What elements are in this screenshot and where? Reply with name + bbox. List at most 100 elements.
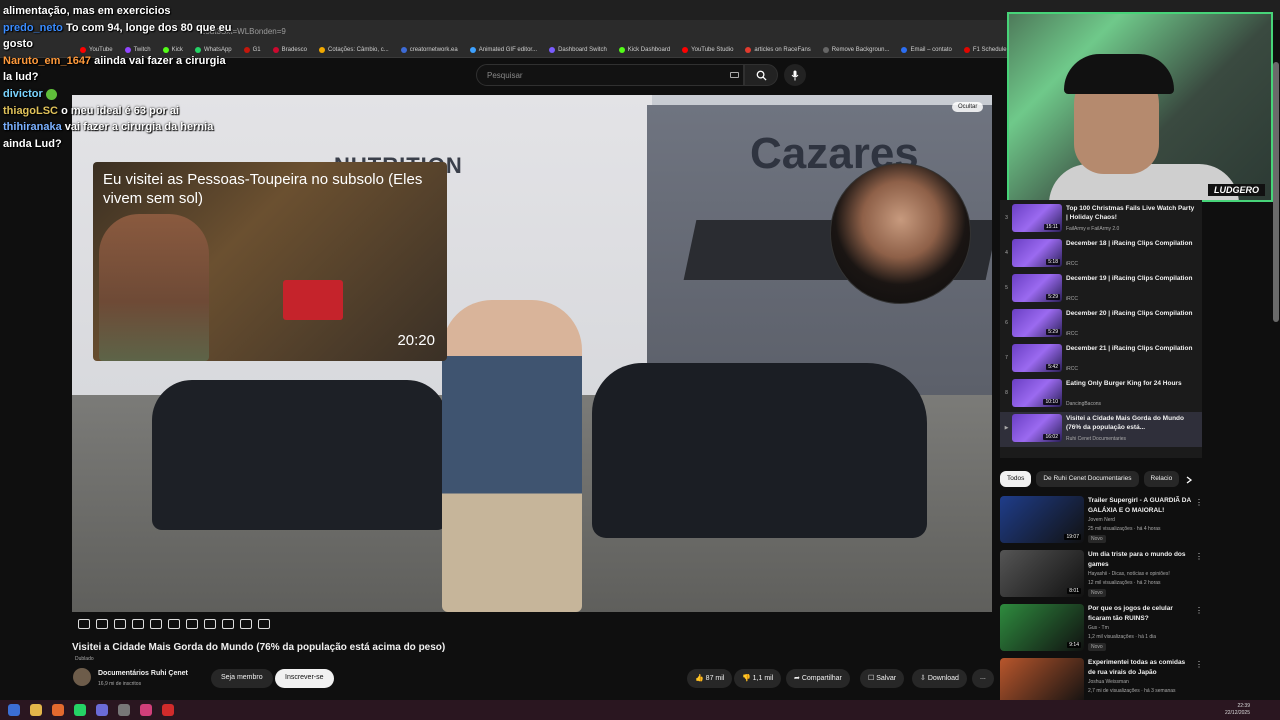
discord-icon[interactable]: [96, 704, 108, 716]
filter-chip[interactable]: Relacio: [1143, 471, 1180, 487]
folder-icon[interactable]: [30, 704, 42, 716]
hide-overlay-button[interactable]: Ocultar: [952, 102, 984, 112]
playlist-title: Top 100 Christmas Fails Live Watch Party…: [1066, 205, 1195, 221]
whatsapp-icon[interactable]: [74, 704, 86, 716]
recommendation-item[interactable]: 9:14 Por que os jogos de celular ficaram …: [1000, 604, 1205, 654]
chrome-icon[interactable]: [8, 704, 20, 716]
playlist-item[interactable]: 4 5:18 December 18 | iRacing Clips Compila…: [1000, 237, 1202, 272]
playlist-duration: 5:18: [1046, 259, 1060, 265]
chat-message: thiagoLSC o meu ideal é 63 por ai: [3, 104, 180, 117]
audio-icon[interactable]: [114, 619, 126, 629]
more-vert-icon[interactable]: ⋮: [1195, 606, 1203, 615]
bookmark-item[interactable]: Email – contato: [901, 46, 952, 53]
picture-in-picture-icon[interactable]: [168, 619, 180, 629]
bookmark-label: F1 Schedule 2026: [972, 46, 1010, 53]
player-extension-controls: [72, 615, 270, 633]
speed-icon[interactable]: [204, 619, 216, 629]
bookmark-item[interactable]: YouTube Studio: [682, 46, 734, 53]
playlist-thumbnail: 5:42: [1012, 344, 1062, 372]
playlist-channel: Ruhi Cenet Documentaries: [1066, 436, 1127, 442]
save-button[interactable]: ☐ Salvar: [860, 669, 905, 688]
playlist-title: December 21 | iRacing Clips Compilation: [1066, 345, 1193, 352]
more-vert-icon[interactable]: ⋮: [1195, 552, 1203, 561]
playlist-thumbnail: 15:11: [1012, 204, 1062, 232]
playlist-thumbnail: 10:10: [1012, 379, 1062, 407]
bookmark-favicon-icon: [901, 46, 908, 53]
bookmark-item[interactable]: Bradesco: [272, 46, 307, 53]
filter-chip[interactable]: De Ruhi Cenet Documentaries: [1036, 471, 1139, 487]
calendar-icon[interactable]: [150, 619, 162, 629]
share-button[interactable]: ➦ Compartilhar: [786, 669, 850, 688]
more-vert-icon[interactable]: ⋮: [1195, 498, 1203, 507]
more-vert-icon[interactable]: ⋮: [1195, 660, 1203, 669]
bookmark-item[interactable]: G1: [243, 46, 261, 53]
playlist-icon[interactable]: [132, 619, 144, 629]
theater-icon[interactable]: [186, 619, 198, 629]
recommendation-channel: Joshua Weissman: [1088, 679, 1129, 685]
sort-icon[interactable]: [96, 619, 108, 629]
chat-message: alimentação, mas em exercicios: [3, 5, 171, 17]
voice-search-button[interactable]: [784, 64, 806, 86]
settings-gear-icon[interactable]: [258, 619, 270, 629]
bookmark-item[interactable]: Dashboard Switch: [549, 46, 607, 53]
bookmark-item[interactable]: Remove Backgroun...: [822, 46, 890, 53]
bookmark-item[interactable]: Kick Dashboard: [618, 46, 670, 53]
bookmark-label: G1: [252, 46, 261, 53]
download-button[interactable]: ⇩ Download: [912, 669, 967, 688]
bookmark-label: Dashboard Switch: [558, 46, 607, 53]
streamer-webcam: LUDGERO: [1007, 12, 1273, 202]
playlist-item[interactable]: 8 10:10 Eating Only Burger King for 24 Hou…: [1000, 377, 1202, 412]
playlist-channel: DancingBacons: [1066, 401, 1102, 407]
keyboard-icon[interactable]: [730, 72, 739, 78]
chevron-right-icon[interactable]: [1186, 476, 1192, 484]
recommendation-item[interactable]: 8:01 Um dia triste para o mundo dos games…: [1000, 550, 1205, 600]
playlist-index: ▶: [1004, 425, 1009, 431]
search-button[interactable]: [744, 64, 778, 86]
channel-endscreen-avatar[interactable]: [830, 163, 971, 304]
filter-chip[interactable]: Todos: [1000, 471, 1032, 487]
dislike-button[interactable]: 👎 1,1 mil: [734, 669, 782, 688]
recommendation-item[interactable]: 19:07 Trailer Supergirl - A GUARDIÃ DA GA…: [1000, 496, 1205, 546]
subscribe-button[interactable]: Inscrever-se: [275, 669, 334, 688]
endscreen-video-card[interactable]: Eu visitei as Pessoas-Toupeira no subsol…: [93, 162, 447, 361]
playlist-item[interactable]: 6 5:29 December 20 | iRacing Clips Compila…: [1000, 307, 1202, 342]
bookmark-item[interactable]: F1 Schedule 2026: [963, 46, 1010, 53]
webcam-cap: [1064, 54, 1174, 94]
clock-date: 22/12/2025: [1224, 710, 1250, 716]
bookmark-item[interactable]: Animated GIF editor...: [469, 46, 538, 53]
bookmark-item[interactable]: creatornetwork.ea: [400, 46, 458, 53]
app-icon-pink[interactable]: [140, 704, 152, 716]
playlist-item[interactable]: ▶ 16:02 Visitei a Cidade Mais Gorda do Mun…: [1000, 412, 1202, 447]
recommendation-duration: 8:01: [1067, 588, 1081, 594]
search-input[interactable]: Pesquisar: [476, 64, 744, 86]
playlist-item[interactable]: 5 5:29 December 19 | iRacing Clips Compila…: [1000, 272, 1202, 307]
playlist-index: 6: [1005, 320, 1008, 326]
bookmark-label: YouTube Studio: [691, 46, 734, 53]
new-badge: Novo: [1088, 535, 1106, 543]
playlist-item[interactable]: 7 5:42 December 21 | iRacing Clips Compila…: [1000, 342, 1202, 377]
page-scrollbar[interactable]: [1273, 62, 1279, 322]
add-icon[interactable]: [222, 619, 234, 629]
bookmark-label: Animated GIF editor...: [478, 46, 538, 53]
bookmark-item[interactable]: articles on RaceFans: [745, 46, 811, 53]
bookmark-item[interactable]: Cotações: Câmbio, c...: [319, 46, 389, 53]
loop-icon[interactable]: [78, 619, 90, 629]
playlist-index: 5: [1005, 285, 1008, 291]
obs-icon[interactable]: [118, 704, 130, 716]
app-icon[interactable]: [52, 704, 64, 716]
video-person: [442, 300, 582, 612]
like-button[interactable]: 👍 87 mil: [687, 669, 733, 688]
bookmark-favicon-icon: [549, 46, 556, 53]
join-button[interactable]: Seja membro: [211, 669, 273, 688]
more-actions-button[interactable]: ...: [972, 669, 994, 688]
app-icon-red[interactable]: [162, 704, 174, 716]
bookmark-label: Remove Backgroun...: [831, 46, 890, 53]
playlist-item[interactable]: 3 15:11 Top 100 Christmas Fails Live Watch…: [1000, 202, 1202, 237]
channel-name[interactable]: Documentários Ruhi Çenet: [98, 670, 188, 677]
clock[interactable]: 22:39 22/12/2025: [1225, 703, 1250, 717]
playlist-duration: 10:10: [1043, 399, 1060, 405]
avatar[interactable]: [73, 668, 91, 686]
screenshot-icon[interactable]: [240, 619, 252, 629]
recommendation-thumbnail: [1000, 658, 1084, 705]
bookmark-favicon-icon: [618, 46, 625, 53]
